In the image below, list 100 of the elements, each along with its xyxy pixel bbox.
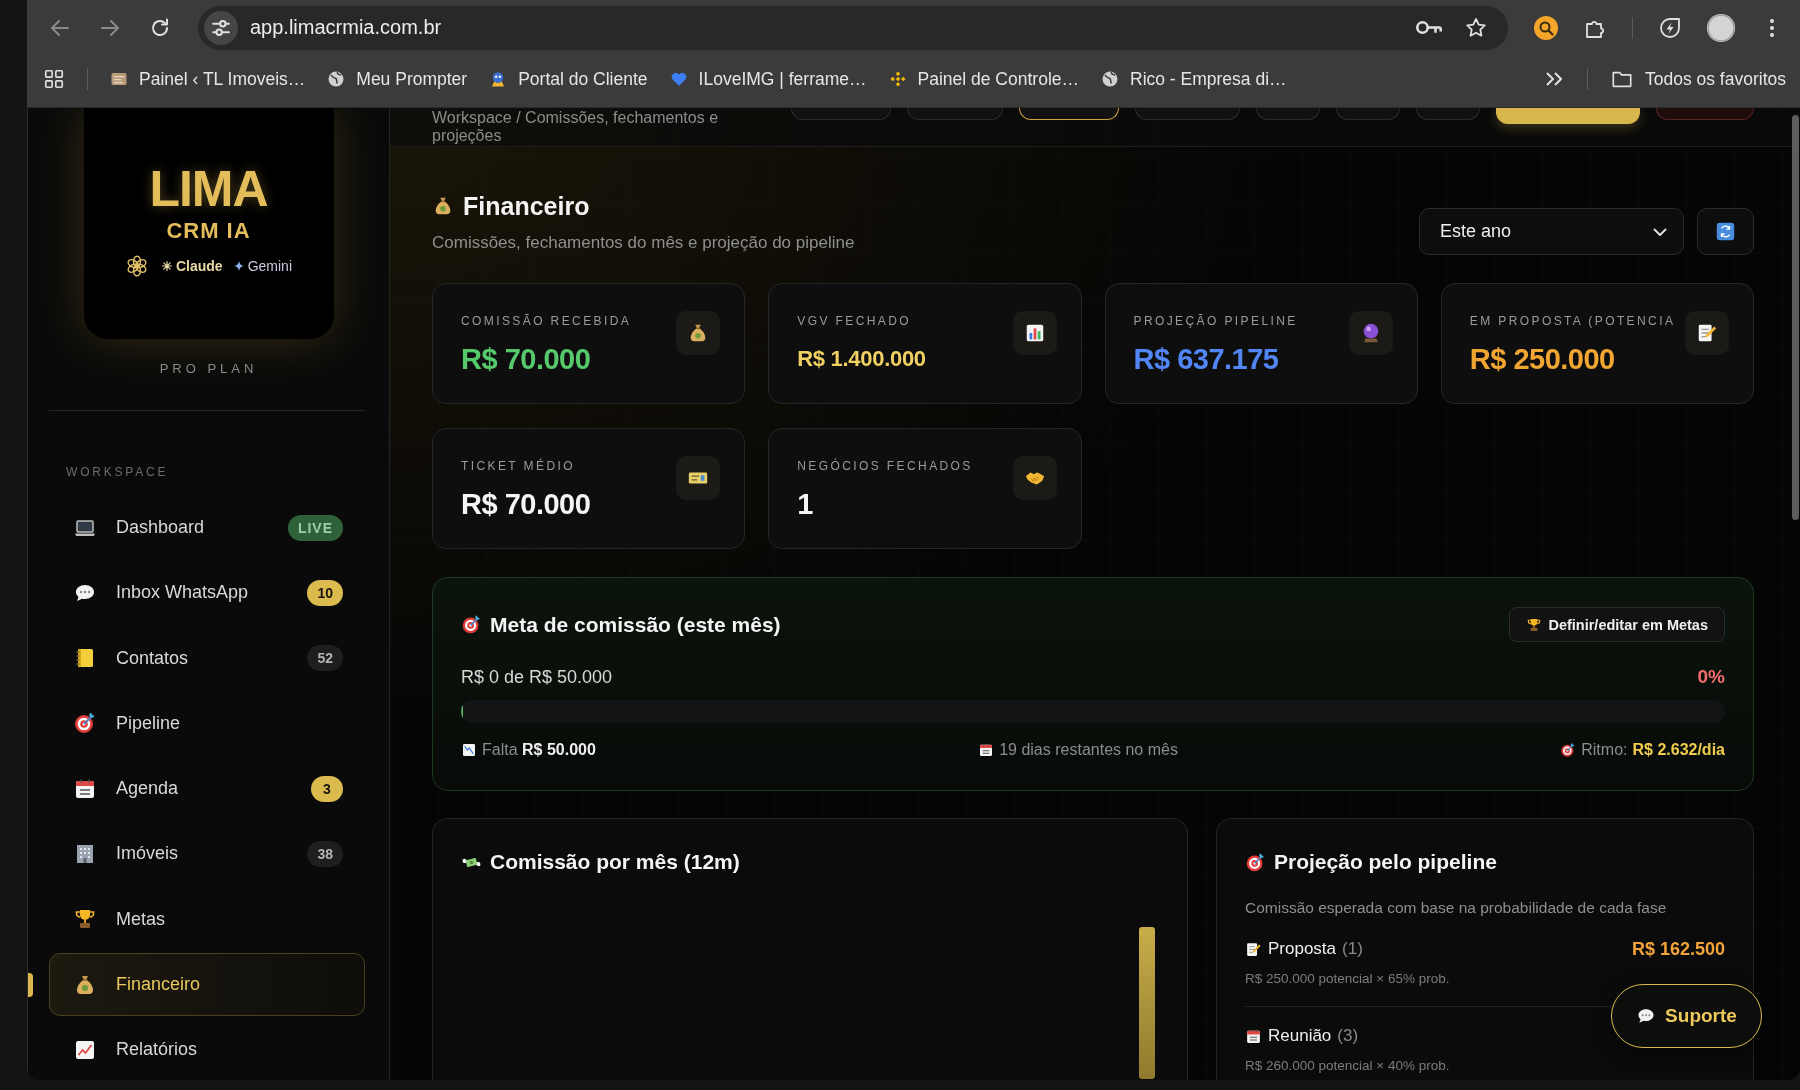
target-icon [73,711,97,736]
memo-icon [1245,940,1262,958]
toolbar-button[interactable] [1019,108,1119,120]
kpi-label: TICKET MÉDIO [461,459,575,474]
remaining-text: Falta R$ 50.000 [482,740,596,759]
count-badge: 10 [307,579,343,606]
stage-count: (1) [1342,939,1363,959]
nav-item[interactable]: Agenda 3 [49,757,365,821]
progress-text: R$ 0 de R$ 50.000 [461,666,613,688]
page-title: Financeiro [463,192,590,220]
nav-item[interactable]: Contatos 52 [49,626,365,690]
kpi-label: EM PROPOSTA (POTENCIA [1469,314,1676,329]
nav-item[interactable]: Metas [49,887,365,951]
kpi-label: PROJEÇÃO PIPELINE [1133,314,1298,329]
flower-icon [124,254,149,278]
refresh-button[interactable] [1697,208,1754,255]
kpi-value: R$ 637.175 [1133,342,1279,376]
key-icon[interactable] [1416,21,1442,34]
count-badge: 38 [307,841,343,867]
bookmark[interactable]: Meu Prompter [327,68,468,90]
kpi-value: R$ 1.400.000 [797,345,926,373]
kpi-label: COMISSÃO RECEBIDA [461,314,632,329]
kpi-value: R$ 70.000 [461,487,591,521]
kpi-value: R$ 250.000 [1469,342,1615,376]
nav-item[interactable]: Inbox WhatsApp 10 [49,561,365,625]
bookmark[interactable]: Portal do Cliente [489,68,648,90]
period-select[interactable]: Este ano [1419,208,1684,255]
trophy-icon [1526,616,1543,633]
address-bar[interactable]: app.limacrmia.com.br [198,5,1508,50]
nav-item[interactable]: Imóveis 38 [49,822,365,886]
apps-grid-icon[interactable] [43,68,65,90]
memo-icon [1685,311,1729,355]
avatar-icon[interactable] [1707,13,1735,42]
count-badge: 52 [307,645,343,672]
globe-icon [1101,70,1119,88]
card-icon [676,456,721,500]
goal-title: Meta de comissão (este mês) [490,612,781,637]
percent-text: 0% [1697,666,1725,688]
pace-value: R$ 2.632/dia [1632,740,1725,759]
status-badge: LIVE [287,514,343,541]
search-icon[interactable] [1534,15,1558,40]
kpi-value: 1 [797,487,813,521]
count-badge: 3 [311,775,343,802]
double-chevron-icon[interactable] [1545,72,1562,86]
partner-name: Claude [175,258,223,274]
chart-down-icon [461,741,477,758]
panel-title: Comissão por mês (12m) [490,850,740,874]
calendar-icon [1245,1027,1262,1045]
calendar-icon [978,741,995,758]
stage-value: R$ 162.500 [1631,939,1725,959]
active-indicator [28,973,33,998]
support-button[interactable]: Suporte [1611,984,1762,1048]
plan-label: PRO PLAN [159,361,258,376]
bookmark[interactable]: Painel ‹ TL Imoveis… [110,68,306,90]
refresh-icon [1716,222,1735,241]
sparkle-icon [160,260,173,272]
page-subtitle: Comissões, fechamentos do mês e projeção do pipeline [432,233,855,253]
url-text: app.limacrmia.com.br [250,16,443,39]
edit-goals-button[interactable]: Definir/editar em Metas [1509,607,1725,642]
stage-name: Reunião [1268,1026,1332,1046]
kpi-label: NEGÓCIOS FECHADOS [797,459,973,474]
days-left-text: 19 dias restantes no mês [999,740,1178,759]
bookmark[interactable]: Painel de Controle… [888,68,1079,90]
chevron-down-icon [1653,227,1667,236]
site-settings-icon[interactable] [204,10,238,45]
partner-name: Gemini [247,258,292,274]
heart-icon [669,70,688,88]
globe-icon [327,70,346,88]
bar-chart-icon [1012,311,1057,355]
handshake-icon [1012,456,1057,500]
all-bookmarks-button[interactable]: Todos os favoritos [1610,68,1786,90]
breadcrumb: Workspace / Comissões, fechamentos e projeções [432,108,720,146]
logo-subtitle: CRM IA [166,218,251,244]
pace-label: Ritmo: [1581,740,1628,759]
kpi-value: R$ 70.000 [461,342,591,376]
toolbar-button[interactable] [1496,108,1640,124]
panel-subtitle: Comissão esperada com base na probabilidade de cada fase [1245,898,1668,917]
four-point-star-icon [232,260,245,272]
scrollbar-thumb[interactable] [1792,115,1799,520]
stage-detail: R$ 250.000 potencial × 65% prob. [1245,971,1451,987]
nav-item[interactable]: Relatórios [49,1018,365,1080]
star-icon[interactable] [1464,15,1488,40]
document-icon [110,70,128,88]
bookmark[interactable]: ILoveIMG | ferrame… [669,68,867,90]
nav-item[interactable]: Dashboard LIVE [49,496,365,559]
target-icon [1245,851,1266,873]
stage-detail: R$ 260.000 potencial × 40% prob. [1245,1058,1451,1074]
panel-title: Projeção pelo pipeline [1274,850,1497,874]
logo-wordmark: LIMA [149,164,268,214]
nav-item[interactable]: Pipeline [49,691,365,755]
diamond-icon [888,70,907,88]
stage-count: (3) [1337,1026,1359,1046]
money-bag-icon [676,311,721,355]
bolt-icon[interactable] [1658,15,1682,40]
target-icon [1560,741,1577,758]
bookmark[interactable]: Rico - Empresa di… [1101,68,1287,90]
stage-name: Proposta [1268,939,1337,959]
target-icon [461,614,482,635]
section-label: WORKSPACE [66,465,170,479]
kpi-label: VGV FECHADO [797,314,911,329]
